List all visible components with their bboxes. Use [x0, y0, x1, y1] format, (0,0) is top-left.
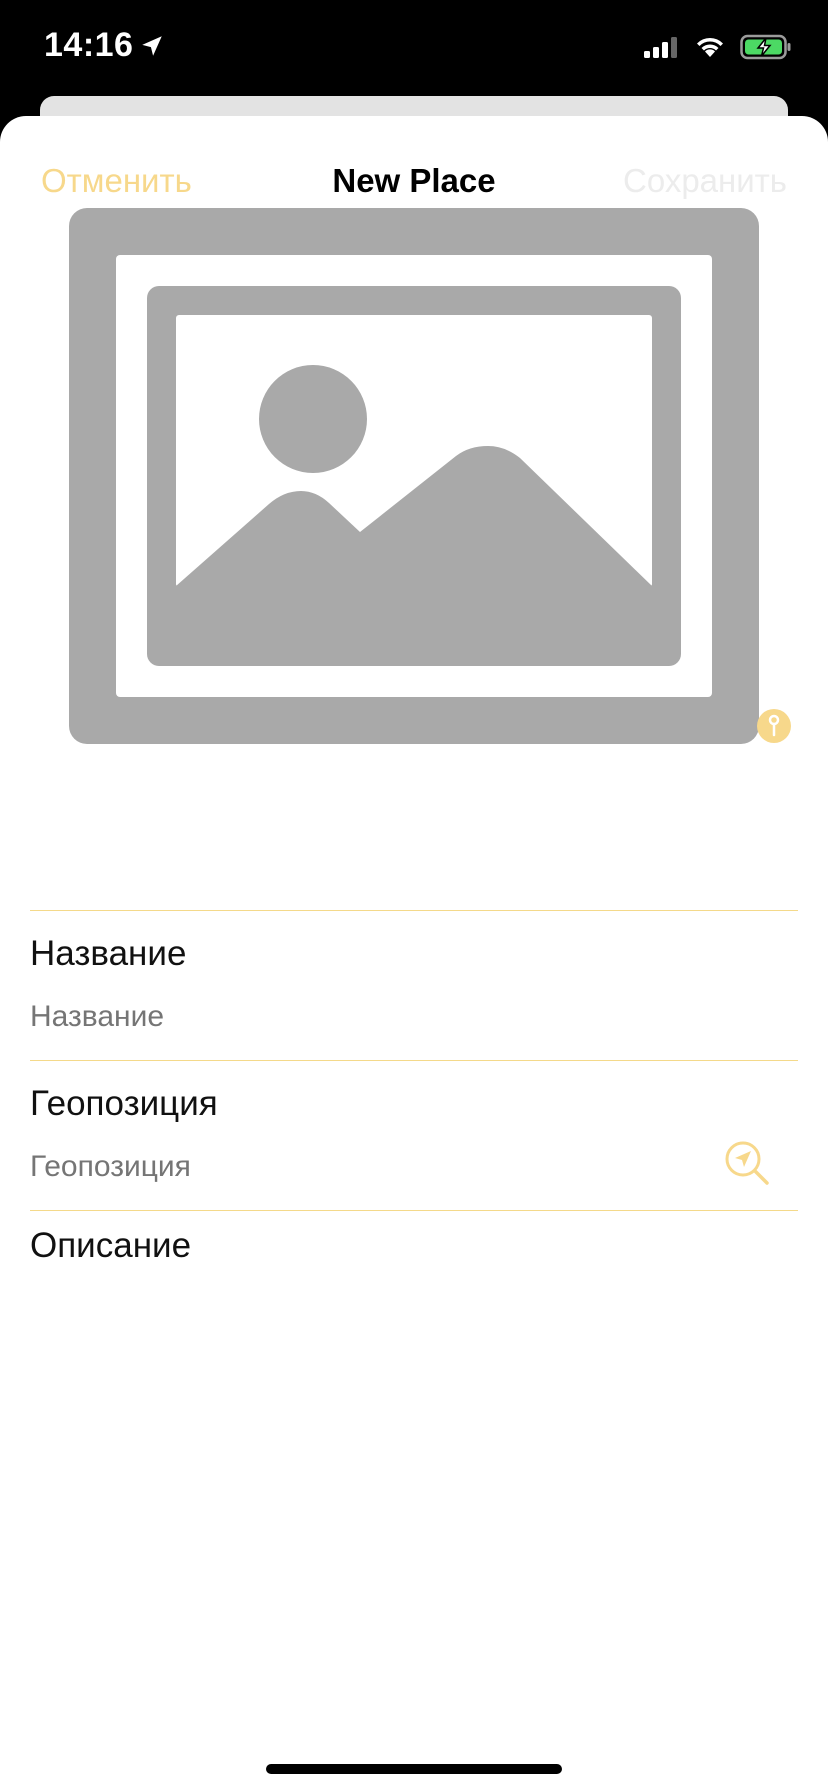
- wifi-icon: [697, 37, 723, 57]
- photo-placeholder-icon[interactable]: [69, 208, 759, 744]
- name-label: Название: [30, 934, 187, 973]
- location-search-icon[interactable]: [724, 1140, 770, 1186]
- cellular-signal-icon: [644, 37, 677, 58]
- time-label: 14:16: [44, 26, 134, 64]
- name-field[interactable]: [30, 1000, 690, 1034]
- home-indicator[interactable]: [266, 1764, 562, 1774]
- separator: [30, 910, 798, 911]
- status-time: 14:16: [44, 26, 165, 65]
- description-label[interactable]: Описание: [30, 1226, 191, 1266]
- location-arrow-icon: [142, 35, 163, 56]
- battery-charging-icon: [740, 34, 791, 60]
- status-bar: 14:16: [0, 0, 828, 96]
- location-field[interactable]: [30, 1150, 690, 1184]
- navigation-bar: Отменить New Place Сохранить: [0, 152, 828, 212]
- separator: [30, 1210, 798, 1211]
- location-label: Геопозиция: [30, 1084, 218, 1123]
- separator: [30, 1060, 798, 1061]
- save-button[interactable]: Сохранить: [623, 162, 787, 200]
- status-icons: [644, 34, 792, 60]
- info-pin-icon[interactable]: [757, 709, 791, 743]
